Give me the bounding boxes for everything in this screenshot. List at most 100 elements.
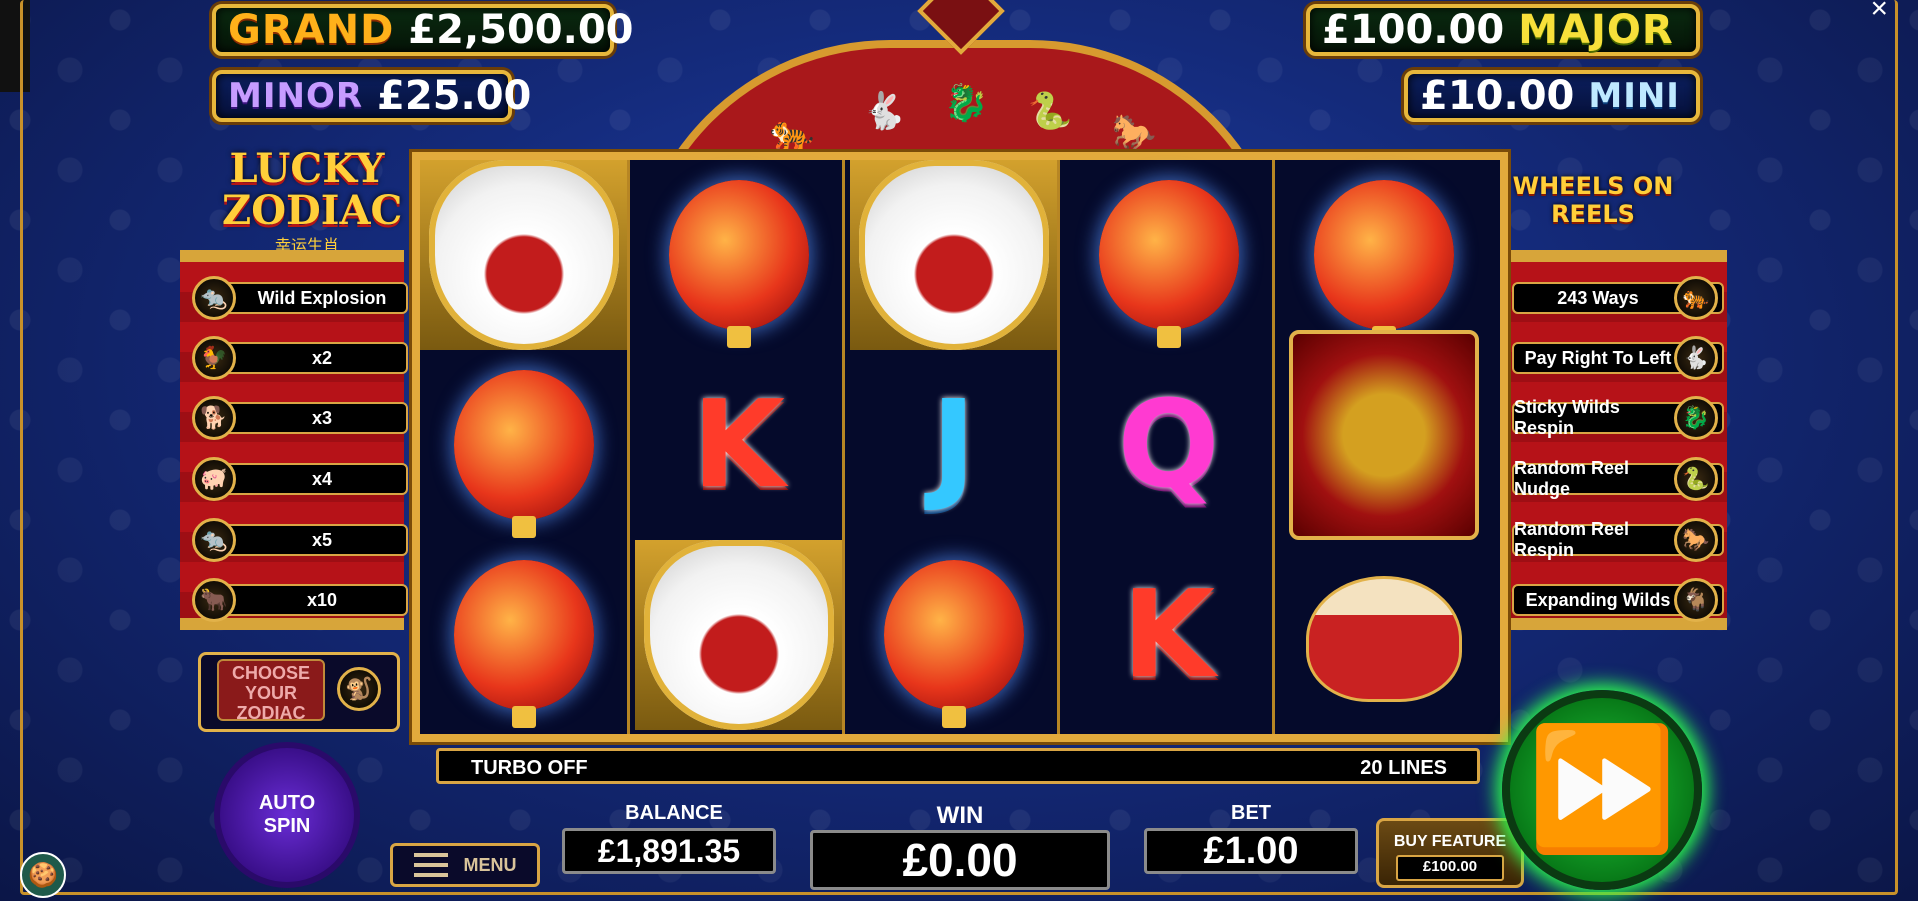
- choose-zodiac-label: CHOOSE YOUR ZODIAC: [217, 659, 325, 723]
- lion-head-icon: [428, 160, 619, 350]
- menu-label: MENU: [463, 854, 517, 875]
- info-bar: TURBO OFF 20 LINES: [436, 748, 1480, 784]
- lantern-symbol: [635, 160, 842, 350]
- lucky-zodiac-logo: LUCKY ZODIAC 幸运生肖: [222, 145, 403, 256]
- reel-5: [1280, 160, 1490, 734]
- rabbit-icon: 🐇: [1674, 336, 1718, 380]
- logo-line-1: LUCKY: [229, 145, 385, 192]
- lion-head-icon: [643, 540, 834, 730]
- lantern-icon: [453, 560, 594, 728]
- monkey-icon: 🐒: [337, 667, 381, 711]
- rat-icon: 🐀: [192, 276, 236, 320]
- lantern-icon: [668, 180, 809, 348]
- drum-symbol: [1280, 544, 1487, 734]
- bet-label: BET: [1231, 802, 1271, 824]
- menu-button[interactable]: MENU: [390, 843, 540, 887]
- lantern-symbol: [420, 540, 627, 730]
- letter-j: J: [931, 375, 976, 515]
- dragon-icon: 🐉: [943, 82, 989, 123]
- feature-label: x10: [306, 589, 338, 610]
- wheels-on-reels-logo: WHEELS ON REELS: [1512, 172, 1674, 228]
- lines-indicator: 20 LINES: [1360, 757, 1447, 779]
- lantern-symbol: [1065, 160, 1272, 350]
- feature-label: 243 Ways: [1557, 287, 1639, 308]
- k-symbol: K: [1065, 540, 1272, 730]
- rabbit-icon: 🐇: [861, 90, 907, 131]
- close-icon[interactable]: ×: [1870, 0, 1888, 26]
- autospin-line2: SPIN: [263, 815, 311, 837]
- feature-label: x2: [311, 347, 333, 368]
- wild-lion-symbol: [850, 160, 1057, 350]
- goat-icon: 🐐: [1674, 578, 1718, 622]
- wild-lion-symbol: [635, 540, 842, 730]
- jackpot-minor-value: £25.00: [377, 73, 532, 119]
- lantern-icon: [1313, 180, 1454, 348]
- rat-icon: 🐀: [192, 518, 236, 562]
- feature-label: Random Reel Respin: [1514, 519, 1630, 560]
- buy-feature-price: £100.00: [1396, 855, 1504, 881]
- lantern-symbol: [1280, 160, 1487, 350]
- feature-label: Wild Explosion: [257, 287, 387, 308]
- cookie-settings-icon[interactable]: 🍪: [20, 852, 66, 898]
- jackpot-major-value: £100.00: [1322, 7, 1505, 53]
- lantern-symbol: [850, 540, 1057, 730]
- reel-grid: K J Q K: [412, 152, 1508, 742]
- golden-monkey-icon: [1288, 330, 1479, 540]
- feature-label: Pay Right To Left: [1524, 347, 1672, 368]
- balance-value: £1,891.35: [562, 828, 776, 874]
- letter-k: K: [1122, 565, 1215, 705]
- lion-head-icon: [858, 160, 1049, 350]
- pig-icon: 🐖: [192, 457, 236, 501]
- spin-button[interactable]: ⏩: [1502, 690, 1702, 890]
- win-value: £0.00: [810, 830, 1110, 890]
- turbo-toggle[interactable]: TURBO OFF: [471, 757, 588, 780]
- bet-value[interactable]: £1.00: [1144, 828, 1358, 874]
- fast-forward-icon: ⏩: [1527, 722, 1677, 856]
- jackpot-grand-label: GRAND: [228, 7, 395, 53]
- horse-icon: 🐎: [1674, 518, 1718, 562]
- letter-q: Q: [1117, 375, 1220, 515]
- feature-label: x3: [311, 407, 333, 428]
- q-symbol: Q: [1065, 350, 1272, 540]
- rooster-icon: 🐓: [192, 336, 236, 380]
- reel-1: [420, 160, 630, 734]
- feature-label: x5: [311, 529, 333, 550]
- jackpot-mini-label: MINI: [1588, 76, 1680, 116]
- monkey-symbol: [1280, 330, 1487, 540]
- lantern-symbol: [420, 350, 627, 540]
- logo-line-2: ZODIAC: [222, 187, 403, 234]
- choose-zodiac-button[interactable]: CHOOSE YOUR ZODIAC 🐒: [198, 652, 400, 732]
- jackpot-grand-value: £2,500.00: [408, 7, 634, 53]
- jackpot-mini-value: £10.00: [1420, 73, 1575, 119]
- feature-label: x4: [311, 468, 333, 489]
- lantern-icon: [1098, 180, 1239, 348]
- reel-3: J: [850, 160, 1060, 734]
- wild-lion-symbol: [420, 160, 627, 350]
- jackpot-minor: MINOR £25.00: [212, 70, 531, 122]
- snake-icon: 🐍: [1027, 90, 1073, 131]
- hamburger-icon: [413, 853, 448, 877]
- jackpot-major-label: MAJOR: [1518, 7, 1674, 53]
- dragon-icon: 🐉: [1674, 396, 1718, 440]
- balance-label: BALANCE: [625, 802, 723, 824]
- autospin-button[interactable]: AUTO SPIN: [214, 742, 360, 888]
- jackpot-grand: GRAND £2,500.00: [212, 4, 634, 56]
- snake-icon: 🐍: [1674, 457, 1718, 501]
- feature-label: Random Reel Nudge: [1514, 458, 1630, 499]
- jackpot-major: £100.00 MAJOR: [1306, 4, 1700, 56]
- dog-icon: 🐕: [192, 396, 236, 440]
- j-symbol: J: [850, 350, 1057, 540]
- feature-label: Expanding Wilds: [1525, 589, 1671, 610]
- letter-k: K: [692, 375, 785, 515]
- reel-4: Q K: [1065, 160, 1275, 734]
- lantern-icon: [453, 370, 594, 538]
- feature-label: Sticky Wilds Respin: [1514, 397, 1620, 438]
- drum-icon: [1305, 576, 1462, 702]
- buy-feature-button[interactable]: BUY FEATURE £100.00: [1376, 818, 1524, 888]
- lantern-icon: [883, 560, 1024, 728]
- autospin-line1: AUTO: [258, 792, 316, 814]
- ox-icon: 🐂: [192, 578, 236, 622]
- reel-2: K: [635, 160, 845, 734]
- buy-feature-label: BUY FEATURE: [1393, 833, 1507, 850]
- k-symbol: K: [635, 350, 842, 540]
